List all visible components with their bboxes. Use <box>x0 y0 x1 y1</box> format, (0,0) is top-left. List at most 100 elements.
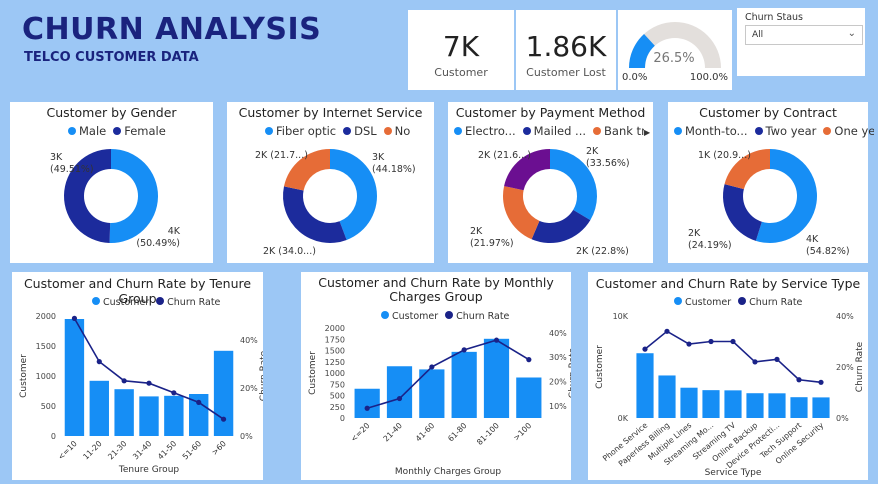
line-point[interactable] <box>796 377 802 383</box>
donut-gender-card[interactable]: Customer by Gender Male Female 4K (50.49%)… <box>10 102 213 263</box>
bar[interactable] <box>658 375 676 418</box>
bar[interactable] <box>702 390 720 418</box>
bar[interactable] <box>768 393 786 418</box>
line-point[interactable] <box>774 356 780 362</box>
donut-contract-card[interactable]: Customer by Contract Month-to... Two year… <box>668 102 874 263</box>
kpi-value: 1.86K <box>525 30 607 63</box>
bar[interactable] <box>419 369 445 418</box>
y-tick-label: 1500 <box>325 347 345 356</box>
y-tick-label: 0 <box>340 414 345 423</box>
tenure-combo-chart-card[interactable]: Customer and Churn Rate by Tenure Group … <box>12 272 263 480</box>
line-point[interactable] <box>461 347 467 353</box>
bar[interactable] <box>483 338 510 418</box>
line-point[interactable] <box>730 338 736 345</box>
bar[interactable] <box>724 390 742 418</box>
kpi-card-customers[interactable]: 7K Customer <box>408 10 514 90</box>
x-tick-label: <=20 <box>349 421 372 444</box>
bar[interactable] <box>812 397 830 418</box>
x-tick-label: 61-80 <box>446 421 468 443</box>
x-tick-label: 41-50 <box>156 439 178 461</box>
line-point[interactable] <box>642 346 648 352</box>
data-label: 2K (21.7...) <box>255 150 308 161</box>
bar[interactable] <box>64 319 85 436</box>
x-tick-label: 11-20 <box>81 439 103 461</box>
donut-slice[interactable] <box>503 186 540 240</box>
bar[interactable] <box>114 389 134 436</box>
donut-slice[interactable] <box>109 149 159 243</box>
line-point[interactable] <box>96 359 102 365</box>
line-point[interactable] <box>818 379 824 385</box>
y-axis-title: Customer <box>19 354 29 398</box>
line-point[interactable] <box>171 390 177 396</box>
line-point[interactable] <box>664 328 670 334</box>
y2-tick-label: 20% <box>240 384 258 393</box>
line-point[interactable] <box>146 380 152 386</box>
line-point[interactable] <box>493 337 500 343</box>
data-label: 3K <box>50 152 63 163</box>
bar[interactable] <box>164 395 184 436</box>
y-tick-label: 2000 <box>36 312 56 321</box>
kpi-label: Customer <box>434 66 488 79</box>
slicer-dropdown[interactable]: All ⌄ <box>745 25 863 45</box>
bar[interactable] <box>354 388 380 418</box>
donut-payment-card[interactable]: Customer by Payment Method Electro... Mai… <box>448 102 653 263</box>
service-type-combo-chart-card[interactable]: Customer and Churn Rate by Service Type … <box>588 272 868 480</box>
bar[interactable] <box>386 366 413 418</box>
bar[interactable] <box>746 393 764 418</box>
y-tick-label: 500 <box>41 402 56 411</box>
combo-chart: 0 250 500 750 1000 1250 1500 1750 2000 10% 20% 30% 4… <box>308 324 571 477</box>
line-point[interactable] <box>429 364 435 370</box>
y-tick-label: 1250 <box>325 358 345 367</box>
combo-chart: 0K10K0%20%40%Phone ServicePaperless Bill… <box>595 312 865 478</box>
donut-chart: 2K(33.56%)2K (22.8%)2K(21.97%)2K (21.6..… <box>470 146 630 257</box>
y2-axis-title: Churn Rate <box>568 347 571 398</box>
line-point[interactable] <box>752 359 758 365</box>
line-point[interactable] <box>121 378 127 384</box>
line-point[interactable] <box>708 338 714 345</box>
y2-tick-label: 0% <box>240 432 253 441</box>
bar[interactable] <box>636 353 654 418</box>
y2-tick-label: 0% <box>836 414 849 423</box>
y-tick-label: 0K <box>618 414 629 423</box>
line-point[interactable] <box>196 399 202 405</box>
line-point[interactable] <box>71 315 78 321</box>
line-point[interactable] <box>686 341 692 347</box>
bar[interactable] <box>680 387 698 418</box>
header-banner: CHURN ANALYSIS TELCO CUSTOMER DATA <box>10 8 408 92</box>
gauge-card[interactable]: 26.5% 0.0% 100.0% <box>618 10 732 90</box>
bar[interactable] <box>213 350 234 436</box>
line-point[interactable] <box>364 405 370 411</box>
slicer-title: Churn Staus <box>745 12 804 23</box>
y-tick-label: 750 <box>330 380 345 389</box>
kpi-card-customers-lost[interactable]: 1.86K Customer Lost <box>516 10 616 90</box>
y-tick-label: 250 <box>330 403 345 412</box>
y-tick-label: 1500 <box>36 342 56 351</box>
donut-chart: 4K(50.49%) 3K(49.51%) <box>50 149 181 249</box>
bar[interactable] <box>89 380 109 436</box>
donut-slice[interactable] <box>723 184 762 241</box>
bar[interactable] <box>451 351 477 418</box>
line-point[interactable] <box>526 357 532 363</box>
churn-status-slicer: Churn Staus All ⌄ <box>737 8 865 76</box>
chevron-down-icon: ⌄ <box>847 28 856 39</box>
y2-tick-label: 40% <box>549 329 567 338</box>
x-axis-title: Monthly Charges Group <box>395 467 501 477</box>
data-label: (21.97%) <box>470 238 514 249</box>
bar[interactable] <box>139 396 159 436</box>
y-tick-label: 2000 <box>325 324 345 333</box>
bar[interactable] <box>516 377 542 419</box>
x-tick-label: 21-30 <box>106 439 128 461</box>
churn-rate-gauge: 26.5% 0.0% 100.0% <box>622 22 728 83</box>
donut-slice[interactable] <box>283 186 347 243</box>
data-label: 4K <box>168 226 181 237</box>
donut-internet-card[interactable]: Customer by Internet Service Fiber optic… <box>227 102 434 263</box>
y-tick-label: 0 <box>51 432 56 441</box>
monthly-charges-combo-chart-card[interactable]: Customer and Churn Rate by Monthly Charg… <box>301 272 571 480</box>
line-point[interactable] <box>220 416 227 422</box>
line-point[interactable] <box>396 395 403 402</box>
bar[interactable] <box>790 397 808 418</box>
data-label: 2K <box>586 146 599 157</box>
data-label: 4K <box>806 234 819 245</box>
x-tick-label: 31-40 <box>131 439 153 461</box>
y-tick-label: 500 <box>330 392 345 401</box>
